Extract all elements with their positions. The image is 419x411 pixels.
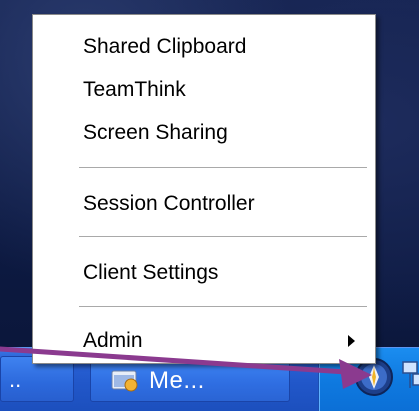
taskbar-button-label: Me... <box>149 367 205 394</box>
menu-item-session-controller[interactable]: Session Controller <box>33 186 375 222</box>
menu-item-admin[interactable]: Admin <box>33 323 375 359</box>
menu-item-label: TeamThink <box>83 78 186 101</box>
menu-item-label: Client Settings <box>83 261 219 284</box>
menu-item-client-settings[interactable]: Client Settings <box>33 255 375 291</box>
menu-item-label: Screen Sharing <box>83 121 228 144</box>
menu-separator <box>79 306 367 307</box>
taskbar-button-label: .. <box>9 367 22 392</box>
menu-item-label: Shared Clipboard <box>83 35 247 58</box>
menu-item-label: Session Controller <box>83 192 255 215</box>
network-connection-icon[interactable] <box>401 358 419 392</box>
desktop-background: .. Me... Shared Clipboard TeamThink Scre… <box>0 0 419 411</box>
menu-separator <box>79 236 367 237</box>
application-icon <box>111 370 138 392</box>
menu-item-shared-clipboard[interactable]: Shared Clipboard <box>33 29 375 65</box>
menu-item-teamthink[interactable]: TeamThink <box>33 72 375 108</box>
menu-item-screen-sharing[interactable]: Screen Sharing <box>33 115 375 151</box>
submenu-arrow-icon <box>348 335 355 347</box>
tray-context-menu: Shared Clipboard TeamThink Screen Sharin… <box>32 14 376 364</box>
menu-separator <box>79 167 367 168</box>
menu-item-label: Admin <box>83 329 143 352</box>
